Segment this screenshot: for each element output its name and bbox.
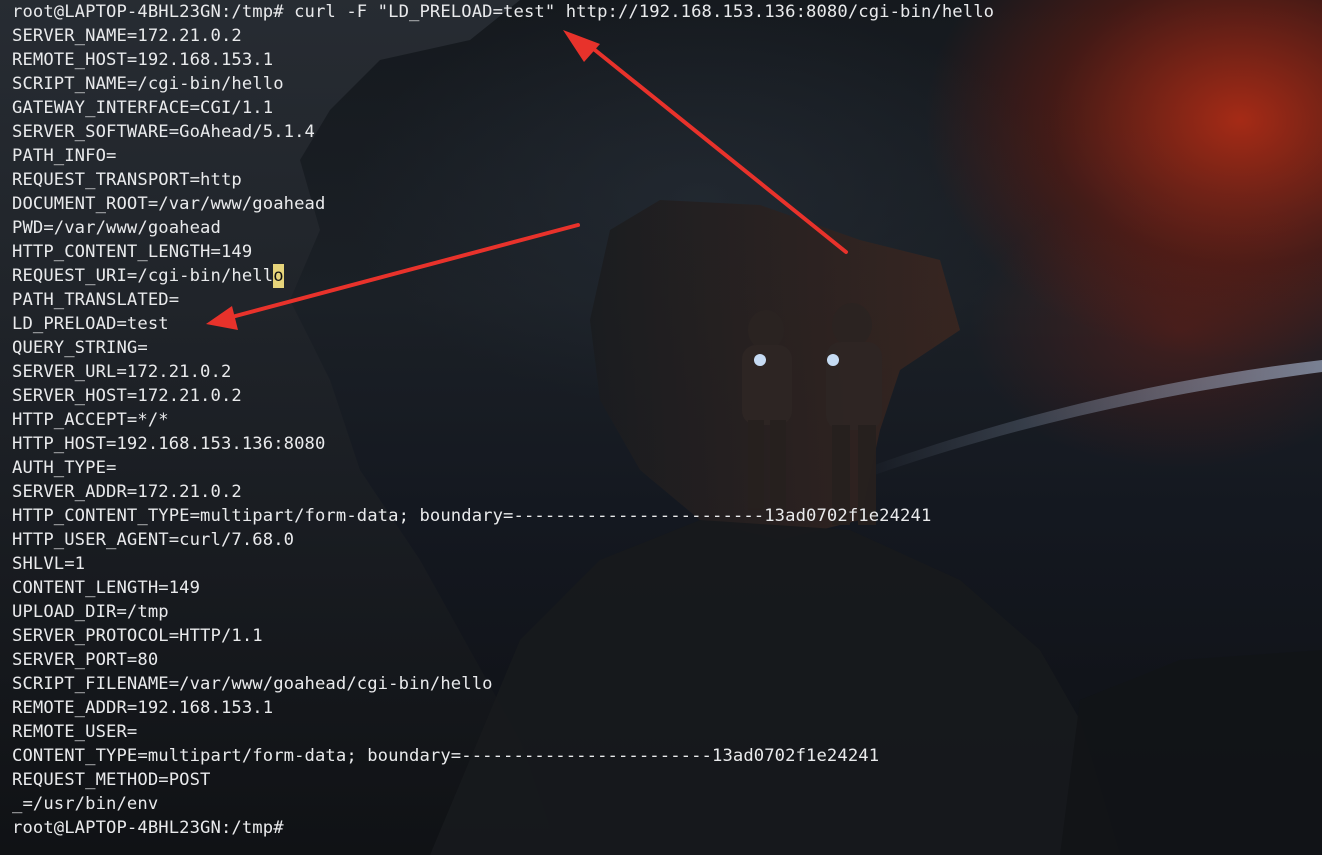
terminal-output-line: SERVER_PORT=80 [12, 648, 994, 672]
terminal-line-text: REMOTE_HOST=192.168.153.1 [12, 50, 274, 70]
terminal-line-text: REMOTE_USER= [12, 722, 138, 742]
terminal-output-line: SERVER_ADDR=172.21.0.2 [12, 480, 994, 504]
text-cursor: o [273, 264, 284, 288]
terminal-output-line: SERVER_PROTOCOL=HTTP/1.1 [12, 624, 994, 648]
terminal-line-text: HTTP_CONTENT_LENGTH=149 [12, 242, 253, 262]
terminal-line-text: SERVER_PORT=80 [12, 650, 159, 670]
rock-right [1060, 650, 1322, 855]
terminal-output-line: SERVER_NAME=172.21.0.2 [12, 24, 994, 48]
terminal-output-line: REQUEST_URI=/cgi-bin/hello [12, 264, 994, 288]
terminal-output-line: REMOTE_HOST=192.168.153.1 [12, 48, 994, 72]
terminal-window[interactable]: root@LAPTOP-4BHL23GN:/tmp# curl -F "LD_P… [0, 0, 1322, 855]
terminal-line-text: HTTP_HOST=192.168.153.136:8080 [12, 434, 326, 454]
terminal-output-line: AUTH_TYPE= [12, 456, 994, 480]
terminal-prompt-line: root@LAPTOP-4BHL23GN:/tmp# [12, 816, 994, 840]
terminal-output-line: QUERY_STRING= [12, 336, 994, 360]
terminal-line-text: HTTP_USER_AGENT=curl/7.68.0 [12, 530, 295, 550]
terminal-line-text: PWD=/var/www/goahead [12, 218, 221, 238]
terminal-line-text: CONTENT_LENGTH=149 [12, 578, 201, 598]
terminal-output-line: PATH_TRANSLATED= [12, 288, 994, 312]
terminal-output-line: HTTP_HOST=192.168.153.136:8080 [12, 432, 994, 456]
terminal-output-line: SERVER_HOST=172.21.0.2 [12, 384, 994, 408]
terminal-output-line: UPLOAD_DIR=/tmp [12, 600, 994, 624]
terminal-output-line: SCRIPT_NAME=/cgi-bin/hello [12, 72, 994, 96]
terminal-line-text: SCRIPT_NAME=/cgi-bin/hello [12, 74, 284, 94]
terminal-line-text: REQUEST_URI=/cgi-bin/hell [12, 266, 274, 286]
terminal-line-text: REQUEST_TRANSPORT=http [12, 170, 242, 190]
terminal-output-line: REQUEST_METHOD=POST [12, 768, 994, 792]
terminal-output-line: LD_PRELOAD=test [12, 312, 994, 336]
terminal-line-text: HTTP_ACCEPT=*/* [12, 410, 169, 430]
terminal-output-line: HTTP_CONTENT_LENGTH=149 [12, 240, 994, 264]
terminal-line-text: SERVER_ADDR=172.21.0.2 [12, 482, 242, 502]
terminal-line-text: HTTP_CONTENT_TYPE=multipart/form-data; b… [12, 506, 932, 526]
terminal-output-line: REMOTE_ADDR=192.168.153.1 [12, 696, 994, 720]
terminal-line-text: SERVER_URL=172.21.0.2 [12, 362, 232, 382]
terminal-output-line: REQUEST_TRANSPORT=http [12, 168, 994, 192]
terminal-output-line: CONTENT_LENGTH=149 [12, 576, 994, 600]
terminal-line-text: REMOTE_ADDR=192.168.153.1 [12, 698, 274, 718]
terminal-output-line: HTTP_CONTENT_TYPE=multipart/form-data; b… [12, 504, 994, 528]
terminal-output-line: CONTENT_TYPE=multipart/form-data; bounda… [12, 744, 994, 768]
terminal-line-text: AUTH_TYPE= [12, 458, 117, 478]
terminal-line-text: UPLOAD_DIR=/tmp [12, 602, 169, 622]
terminal-line-text: SERVER_HOST=172.21.0.2 [12, 386, 242, 406]
terminal-line-text: PATH_INFO= [12, 146, 117, 166]
terminal-line-text: SERVER_SOFTWARE=GoAhead/5.1.4 [12, 122, 315, 142]
terminal-output-line: GATEWAY_INTERFACE=CGI/1.1 [12, 96, 994, 120]
terminal-output-line: REMOTE_USER= [12, 720, 994, 744]
terminal-output-line: DOCUMENT_ROOT=/var/www/goahead [12, 192, 994, 216]
terminal-line-text: SHLVL=1 [12, 554, 86, 574]
terminal-line-text: SERVER_NAME=172.21.0.2 [12, 26, 242, 46]
terminal-line-text: CONTENT_TYPE=multipart/form-data; bounda… [12, 746, 880, 766]
terminal-output-line: PATH_INFO= [12, 144, 994, 168]
terminal-output-line: SCRIPT_FILENAME=/var/www/goahead/cgi-bin… [12, 672, 994, 696]
terminal-output-line: PWD=/var/www/goahead [12, 216, 994, 240]
terminal-line-text: PATH_TRANSLATED= [12, 290, 180, 310]
terminal-line-text: root@LAPTOP-4BHL23GN:/tmp# [12, 818, 284, 838]
terminal-line-text: DOCUMENT_ROOT=/var/www/goahead [12, 194, 326, 214]
terminal-output-line: HTTP_ACCEPT=*/* [12, 408, 994, 432]
terminal-line-text: SERVER_PROTOCOL=HTTP/1.1 [12, 626, 263, 646]
terminal-line-text: QUERY_STRING= [12, 338, 148, 358]
terminal-line-text: GATEWAY_INTERFACE=CGI/1.1 [12, 98, 274, 118]
terminal-prompt-line: root@LAPTOP-4BHL23GN:/tmp# curl -F "LD_P… [12, 0, 994, 24]
terminal-line-text: SCRIPT_FILENAME=/var/www/goahead/cgi-bin… [12, 674, 493, 694]
terminal-output[interactable]: root@LAPTOP-4BHL23GN:/tmp# curl -F "LD_P… [12, 0, 994, 840]
terminal-output-line: HTTP_USER_AGENT=curl/7.68.0 [12, 528, 994, 552]
terminal-output-line: SHLVL=1 [12, 552, 994, 576]
terminal-line-text: root@LAPTOP-4BHL23GN:/tmp# curl -F "LD_P… [12, 2, 995, 22]
terminal-line-text: REQUEST_METHOD=POST [12, 770, 211, 790]
terminal-output-line: SERVER_URL=172.21.0.2 [12, 360, 994, 384]
terminal-output-line: SERVER_SOFTWARE=GoAhead/5.1.4 [12, 120, 994, 144]
terminal-line-text: _=/usr/bin/env [12, 794, 159, 814]
terminal-output-line: _=/usr/bin/env [12, 792, 994, 816]
terminal-line-text: LD_PRELOAD=test [12, 314, 169, 334]
